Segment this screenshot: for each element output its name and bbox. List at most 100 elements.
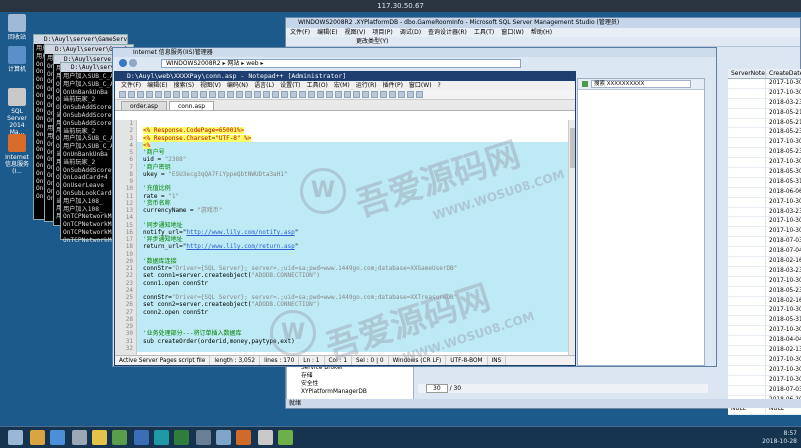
- toolbar-button-icon[interactable]: [191, 91, 198, 98]
- toolbar-button-icon[interactable]: [335, 91, 342, 98]
- ssms-menu-item[interactable]: 视图(V): [345, 29, 366, 36]
- table-row[interactable]: 2017-10-30: [728, 276, 801, 287]
- table-row[interactable]: 2018-05-21: [728, 118, 801, 129]
- table-row[interactable]: 2017-10-30: [728, 326, 801, 337]
- toolbar-button-icon[interactable]: [371, 91, 378, 98]
- scrollbar-thumb[interactable]: [570, 128, 575, 168]
- table-row[interactable]: 2018-02-16: [728, 296, 801, 307]
- notepad-menu-item[interactable]: 运行(R): [356, 82, 377, 89]
- path-segment-sites[interactable]: 网站: [227, 60, 239, 67]
- ssms-menu-item[interactable]: 项目(P): [372, 29, 392, 36]
- taskbar-app-icon[interactable]: [258, 430, 273, 445]
- toolbar-button-icon[interactable]: [290, 91, 297, 98]
- toolbar-button-icon[interactable]: [263, 91, 270, 98]
- ssms-menu-item[interactable]: 工具(T): [474, 29, 494, 36]
- table-row[interactable]: 2018-05-31: [728, 316, 801, 327]
- notepad-menu-item[interactable]: 宏(M): [334, 82, 350, 89]
- toolbar-button-icon[interactable]: [308, 91, 315, 98]
- ssms-menu-item[interactable]: 窗口(W): [501, 29, 524, 36]
- results-grid[interactable]: ServerNote CreateDate 2017-10-30 2017-10-…: [728, 69, 801, 416]
- toolbar-button-icon[interactable]: [398, 91, 405, 98]
- table-row[interactable]: 2017-10-30: [728, 227, 801, 238]
- notepad-menu-item[interactable]: 搜索(S): [174, 82, 195, 89]
- tree-node[interactable]: 存储: [301, 372, 413, 380]
- tree-node[interactable]: 安全性: [301, 380, 413, 388]
- toolbar-button-icon[interactable]: [317, 91, 324, 98]
- notepad-menu-item[interactable]: 文件(F): [121, 82, 141, 89]
- toolbar-button-icon[interactable]: [272, 91, 279, 98]
- tab-order-asp[interactable]: order.asp: [121, 101, 167, 110]
- taskbar-app-icon[interactable]: [236, 430, 251, 445]
- table-row[interactable]: 2018-03-23: [728, 207, 801, 218]
- table-row[interactable]: 2018-05-31: [728, 177, 801, 188]
- toolbar-button-icon[interactable]: [299, 91, 306, 98]
- table-row[interactable]: 2017-10-30: [728, 88, 801, 99]
- column-header-servernote[interactable]: ServerNote: [728, 69, 766, 78]
- toolbar-button-icon[interactable]: [227, 91, 234, 98]
- toolbar-button-icon[interactable]: [407, 91, 414, 98]
- toolbar-button-icon[interactable]: [164, 91, 171, 98]
- system-tray-clock[interactable]: 8:57 2018-10-28: [762, 430, 797, 446]
- taskbar-app-icon[interactable]: [112, 430, 127, 445]
- table-row[interactable]: 2018-05-23: [728, 128, 801, 139]
- iis-path-breadcrumb[interactable]: WINDOWS2008R2 ▸ 网站 ▸ web ▸: [161, 58, 521, 68]
- notepad-menu-item[interactable]: 视图(V): [200, 82, 221, 89]
- ssms-side-pane[interactable]: 搜索 XXXXXXXXXX: [577, 78, 705, 366]
- toolbar-button-icon[interactable]: [281, 91, 288, 98]
- table-row[interactable]: 2018-05-23: [728, 148, 801, 159]
- toolbar-button-icon[interactable]: [182, 91, 189, 98]
- notepad-menu-item[interactable]: 窗口(W): [409, 82, 432, 89]
- toolbar-button-icon[interactable]: [416, 91, 423, 98]
- change-type-button[interactable]: 更改类型(Y): [356, 38, 388, 45]
- table-row[interactable]: 2017-10-30: [728, 138, 801, 149]
- path-segment-server[interactable]: WINDOWS2008R2: [166, 60, 221, 67]
- table-row[interactable]: 2018-05-23: [728, 286, 801, 297]
- table-row[interactable]: 2018-07-03: [728, 237, 801, 248]
- notepad-plus-plus-window[interactable]: D:\Auyl\web\XXXXPay\conn.asp - Notepad++…: [114, 71, 576, 366]
- taskbar-app-icon[interactable]: [134, 430, 149, 445]
- toolbar-button-icon[interactable]: [380, 91, 387, 98]
- toolbar-button-icon[interactable]: [254, 91, 261, 98]
- toolbar-button-icon[interactable]: [119, 91, 126, 98]
- taskbar-app-icon[interactable]: [216, 430, 231, 445]
- taskbar-app-icon[interactable]: [30, 430, 45, 445]
- notepad-menu-item[interactable]: 设置(T): [280, 82, 300, 89]
- forward-arrow-icon[interactable]: [129, 59, 137, 67]
- table-row[interactable]: 2017-10-30: [728, 79, 801, 89]
- ssms-menu-item[interactable]: 文件(F): [290, 29, 310, 36]
- tab-conn-asp[interactable]: conn.asp: [168, 101, 215, 110]
- table-row[interactable]: 2018-02-13: [728, 346, 801, 356]
- toolbar-button-icon[interactable]: [344, 91, 351, 98]
- table-row[interactable]: 2017-10-30: [728, 197, 801, 208]
- taskbar-app-icon[interactable]: [92, 430, 107, 445]
- table-row[interactable]: 2018-03-23: [728, 266, 801, 277]
- taskbar-app-icon[interactable]: [154, 430, 169, 445]
- recycle-bin-icon[interactable]: 回收站: [2, 14, 32, 41]
- taskbar-app-icon[interactable]: [278, 430, 293, 445]
- tree-node[interactable]: XYPlatformManagerDB: [301, 388, 413, 396]
- toolbar-button-icon[interactable]: [155, 91, 162, 98]
- toolbar-button-icon[interactable]: [245, 91, 252, 98]
- toolbar-button-icon[interactable]: [209, 91, 216, 98]
- page-current-input[interactable]: 30: [426, 384, 448, 393]
- sql-server-shortcut-icon[interactable]: SQL Server 2014 Ma...: [2, 88, 32, 136]
- table-row[interactable]: 2017-10-30: [728, 355, 801, 366]
- column-header-createdate[interactable]: CreateDate: [766, 69, 801, 78]
- toolbar-button-icon[interactable]: [236, 91, 243, 98]
- toolbar-button-icon[interactable]: [326, 91, 333, 98]
- table-row[interactable]: 2018-07-03: [728, 385, 801, 396]
- notepad-menu-item[interactable]: 工具(O): [306, 82, 327, 89]
- notepad-menu-item[interactable]: ?: [438, 82, 441, 89]
- back-arrow-icon[interactable]: [119, 59, 127, 67]
- notepad-menu-item[interactable]: 编辑(E): [147, 82, 167, 89]
- path-segment-web[interactable]: web: [246, 60, 258, 67]
- table-row[interactable]: 2018-02-16: [728, 257, 801, 267]
- taskbar-app-icon[interactable]: [196, 430, 211, 445]
- notepad-menu-item[interactable]: 语言(L): [254, 82, 274, 89]
- toolbar-button-icon[interactable]: [200, 91, 207, 98]
- ssms-menu-item[interactable]: 帮助(H): [531, 29, 552, 36]
- toolbar-button-icon[interactable]: [362, 91, 369, 98]
- ssms-menu-item[interactable]: 调试(D): [400, 29, 421, 36]
- taskbar-app-icon[interactable]: [72, 430, 87, 445]
- table-row[interactable]: 2018-04-04: [728, 336, 801, 347]
